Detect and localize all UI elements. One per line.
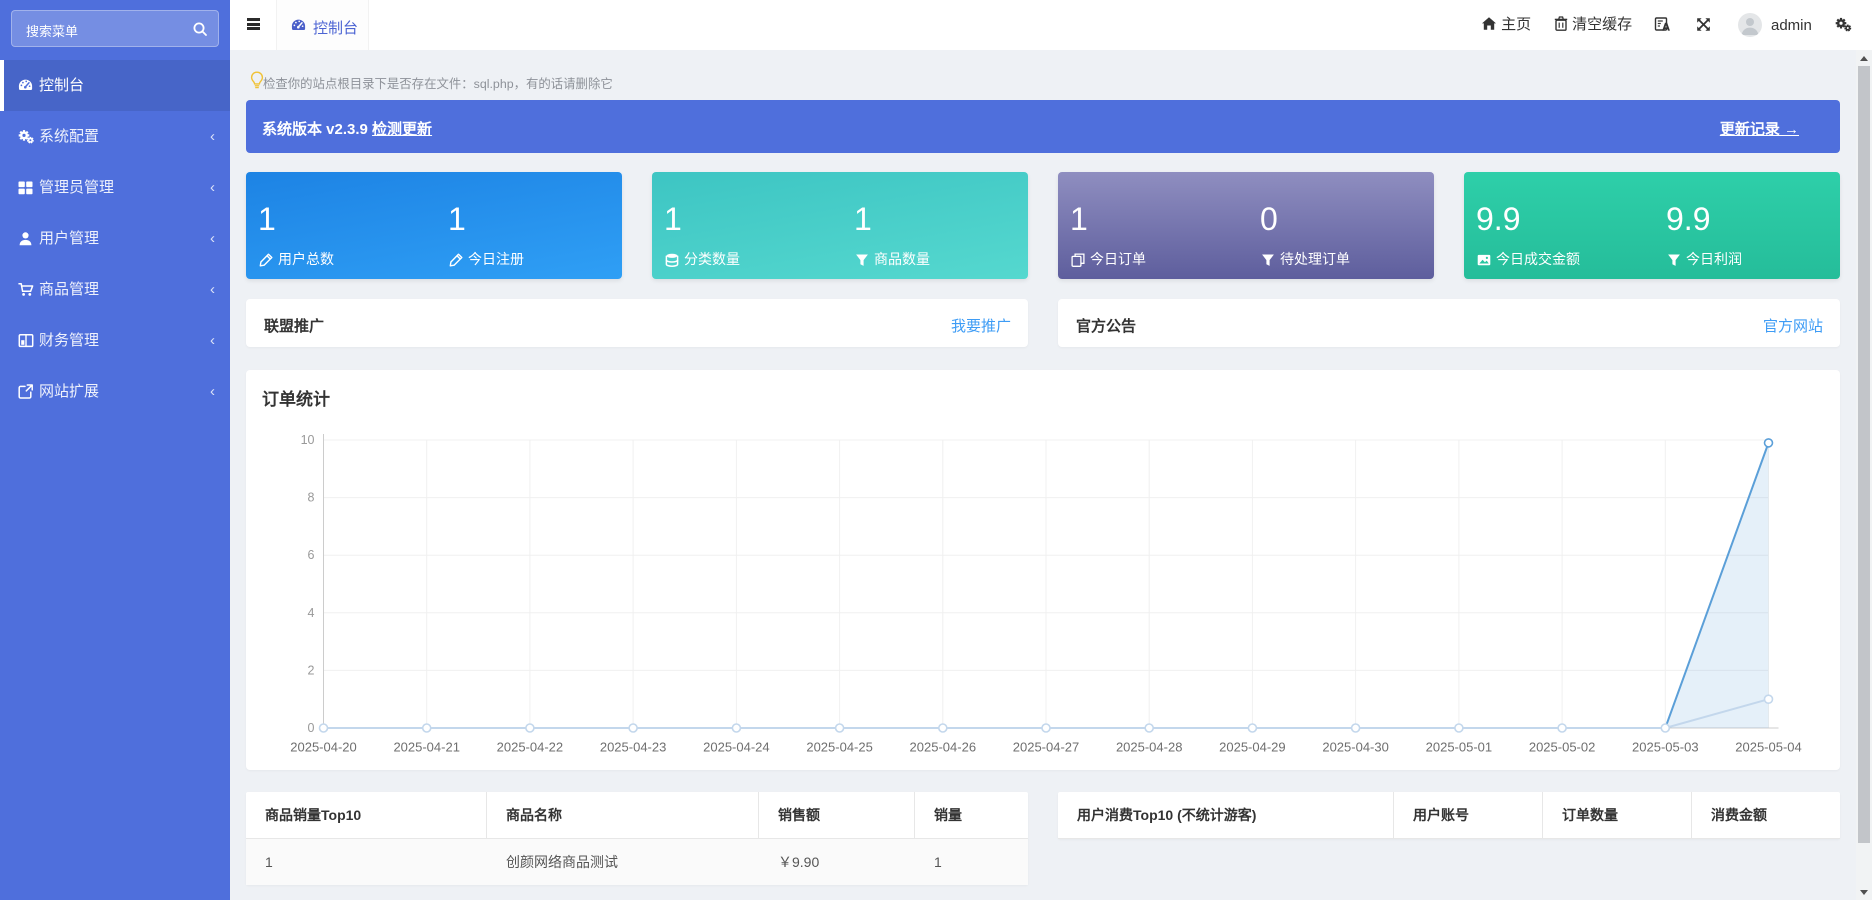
- svg-text:2025-04-21: 2025-04-21: [393, 740, 460, 755]
- svg-text:2025-05-04: 2025-05-04: [1735, 740, 1802, 755]
- svg-text:2025-04-22: 2025-04-22: [497, 740, 564, 755]
- svg-text:2025-04-27: 2025-04-27: [1013, 740, 1080, 755]
- svg-text:2025-05-01: 2025-05-01: [1426, 740, 1493, 755]
- svg-text:2025-04-25: 2025-04-25: [806, 740, 873, 755]
- svg-text:2025-04-30: 2025-04-30: [1322, 740, 1389, 755]
- svg-text:2025-04-26: 2025-04-26: [910, 740, 977, 755]
- svg-text:2: 2: [308, 663, 315, 677]
- svg-text:2025-04-23: 2025-04-23: [600, 740, 667, 755]
- svg-text:2025-05-03: 2025-05-03: [1632, 740, 1699, 755]
- svg-text:4: 4: [308, 606, 315, 620]
- svg-text:10: 10: [301, 433, 315, 447]
- svg-text:2025-05-02: 2025-05-02: [1529, 740, 1596, 755]
- svg-text:0: 0: [308, 721, 315, 735]
- svg-text:2025-04-28: 2025-04-28: [1116, 740, 1183, 755]
- svg-text:2025-04-20: 2025-04-20: [290, 740, 357, 755]
- svg-text:2025-04-24: 2025-04-24: [703, 740, 770, 755]
- svg-text:8: 8: [308, 491, 315, 505]
- svg-text:6: 6: [308, 548, 315, 562]
- svg-text:2025-04-29: 2025-04-29: [1219, 740, 1286, 755]
